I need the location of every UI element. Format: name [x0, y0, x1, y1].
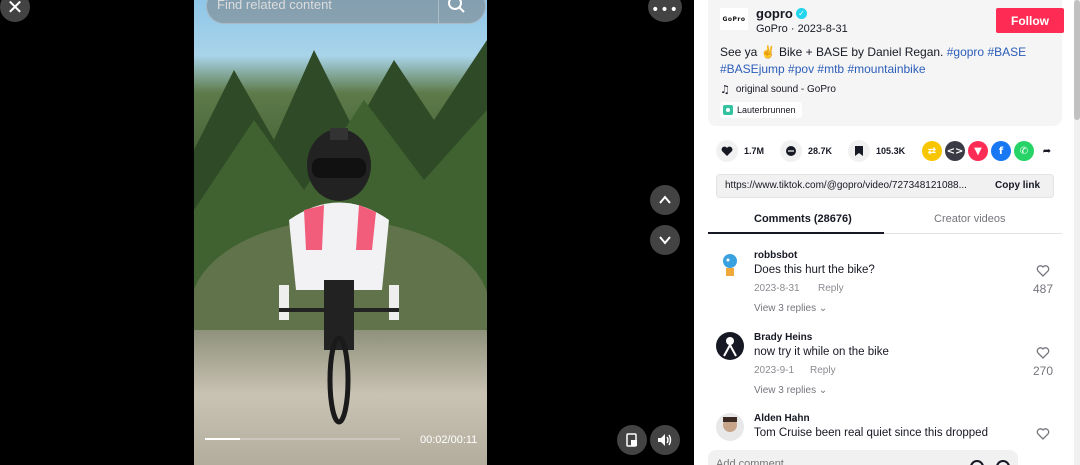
heart-icon[interactable] [1036, 427, 1050, 441]
comment-date: 2023-8-31 [754, 283, 800, 294]
video-progress-bar[interactable] [205, 438, 400, 440]
mention-icon[interactable] [970, 460, 984, 465]
location-label: Lauterbrunnen [737, 105, 796, 115]
reply-button[interactable]: Reply [810, 365, 836, 376]
author-subtitle: GoPro · 2023-8-31 [756, 23, 848, 35]
follow-button[interactable]: Follow [996, 8, 1064, 33]
tab-bar: Comments (28676) Creator videos [708, 206, 1062, 234]
music-label: original sound - GoPro [735, 84, 836, 95]
video-player[interactable]: 00:02/00:11 [194, 0, 487, 465]
video-caption: See ya ✌️ Bike + BASE by Daniel Regan. #… [720, 44, 1050, 78]
action-bar: 1.7M 28.7K 105.3K [716, 140, 921, 162]
pip-icon[interactable] [617, 425, 647, 455]
search-divider [438, 0, 439, 23]
comment-input[interactable] [716, 458, 936, 465]
comment-count: 28.7K [808, 146, 833, 156]
search-input[interactable] [217, 0, 437, 12]
avatar[interactable] [716, 250, 744, 278]
comment-date: 2023-9-1 [754, 365, 795, 376]
rider-figure [279, 128, 399, 425]
video-info-card: GoPro gopro ✓ GoPro · 2023-8-31 Follow S… [708, 0, 1064, 126]
comment-input-bar [708, 450, 1018, 465]
search-bar[interactable] [206, 0, 486, 24]
comment-text: now try it while on the bike [754, 346, 889, 358]
repost-icon[interactable]: ⇄ [922, 141, 942, 161]
save-count: 105.3K [876, 146, 906, 156]
verified-icon: ✓ [796, 8, 807, 19]
hashtag[interactable]: #pov [788, 62, 814, 76]
tab-creator-videos[interactable]: Creator videos [934, 213, 1006, 225]
chevron-up-icon[interactable] [650, 185, 680, 215]
share-arrow-icon[interactable]: ➦ [1037, 141, 1057, 161]
comment-action[interactable]: 28.7K [780, 140, 832, 162]
detail-panel: GoPro gopro ✓ GoPro · 2023-8-31 Follow S… [694, 0, 1080, 465]
more-icon[interactable]: ••• [648, 0, 682, 22]
avatar[interactable] [716, 332, 744, 360]
close-icon[interactable]: ✕ [0, 0, 30, 22]
comment-author[interactable]: Brady Heins [754, 332, 812, 343]
comment-author[interactable]: robbsbot [754, 250, 797, 261]
video-link[interactable]: https://www.tiktok.com/@gopro/video/7273… [725, 180, 987, 191]
scrollbar-thumb[interactable] [1074, 0, 1080, 120]
comment-text: Does this hurt the bike? [754, 264, 875, 276]
comment-like-count: 487 [1032, 282, 1054, 296]
music-link[interactable]: ♫ original sound - GoPro [720, 83, 836, 96]
send-icon[interactable]: ▼ [968, 141, 988, 161]
whatsapp-icon[interactable]: ✆ [1014, 141, 1034, 161]
volume-icon[interactable] [650, 425, 680, 455]
heart-icon[interactable] [716, 140, 738, 162]
share-icons: ⇄ <> ▼ f ✆ ➦ [922, 141, 1057, 161]
link-bar: https://www.tiktok.com/@gopro/video/7273… [716, 174, 1054, 198]
tab-comments[interactable]: Comments (28676) [754, 213, 852, 225]
like-count: 1.7M [744, 146, 765, 156]
search-icon[interactable] [447, 0, 467, 15]
reply-button[interactable]: Reply [818, 283, 844, 294]
hashtag[interactable]: #mtb [817, 62, 844, 76]
chevron-down-icon[interactable] [650, 225, 680, 255]
music-icon: ♫ [720, 83, 730, 96]
facebook-icon[interactable]: f [991, 141, 1011, 161]
comment-author[interactable]: Alden Hahn [754, 413, 810, 424]
video-progress-fill [205, 438, 241, 440]
video-time: 00:02/00:11 [420, 434, 478, 446]
view-replies[interactable]: View 3 replies ⌄ [754, 303, 827, 314]
hashtag[interactable]: #BASE [987, 45, 1026, 59]
hashtag[interactable]: #gopro [947, 45, 984, 59]
hashtag[interactable]: #mountainbike [847, 62, 925, 76]
view-replies[interactable]: View 3 replies ⌄ [754, 385, 827, 396]
comment-like-count: 270 [1032, 364, 1054, 378]
heart-icon[interactable] [1036, 264, 1050, 278]
bookmark-icon[interactable] [848, 140, 871, 162]
save-action[interactable]: 105.3K [848, 140, 905, 162]
caption-text: See ya ✌️ Bike + BASE by Daniel Regan. [720, 45, 947, 59]
hashtag[interactable]: #BASEjump [720, 62, 785, 76]
comment-icon[interactable] [780, 140, 803, 162]
copy-link-button[interactable]: Copy link [995, 180, 1040, 191]
location-icon [723, 105, 733, 115]
location-tag[interactable]: Lauterbrunnen [720, 102, 802, 118]
heart-icon[interactable] [1036, 346, 1050, 360]
video-stage: ✕ 00:02/00:11 Find related content ••• [0, 0, 694, 465]
author-name[interactable]: gopro [756, 6, 793, 21]
avatar[interactable] [716, 413, 744, 441]
active-tab-indicator [708, 232, 884, 234]
comment-text: Tom Cruise been real quiet since this dr… [754, 427, 988, 439]
scrollbar[interactable] [1074, 0, 1080, 465]
emoji-icon[interactable] [996, 460, 1010, 465]
embed-icon[interactable]: <> [945, 141, 965, 161]
author-avatar[interactable]: GoPro [720, 8, 748, 30]
like-action[interactable]: 1.7M [716, 140, 764, 162]
